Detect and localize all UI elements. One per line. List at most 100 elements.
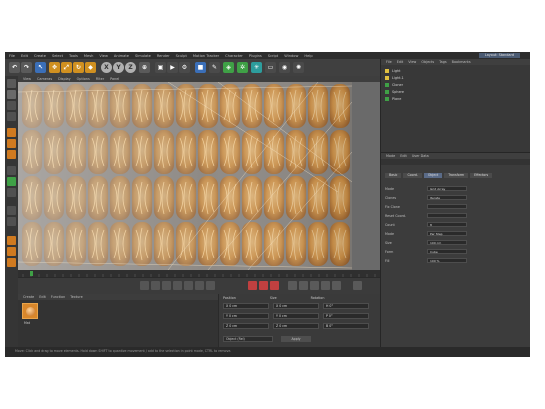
cloner-icon[interactable]: ✲ bbox=[237, 62, 248, 73]
rotate-icon[interactable]: ↻ bbox=[73, 62, 84, 73]
coord-size-field[interactable]: Y 0 cm bbox=[273, 313, 319, 319]
keyframe-selection-icon[interactable] bbox=[270, 281, 279, 290]
points-mode-icon[interactable] bbox=[7, 128, 16, 137]
model-mode-icon[interactable] bbox=[7, 90, 16, 99]
position-key-icon[interactable] bbox=[288, 281, 297, 290]
render-view-icon[interactable]: ▣ bbox=[155, 62, 166, 73]
timeline[interactable] bbox=[18, 270, 380, 277]
next-key-icon[interactable] bbox=[195, 281, 204, 290]
tab-object[interactable]: Object bbox=[423, 173, 443, 178]
tab-effectors[interactable]: Effectors bbox=[470, 173, 493, 178]
scale-key-icon[interactable] bbox=[299, 281, 308, 290]
material-menu-create[interactable]: Create bbox=[23, 295, 34, 299]
cube-icon[interactable]: ■ bbox=[195, 62, 206, 73]
move-icon[interactable]: ✥ bbox=[49, 62, 60, 73]
object-menu-bookmarks[interactable]: Bookmarks bbox=[452, 60, 471, 64]
solo-hierarchy-icon[interactable] bbox=[7, 247, 16, 256]
attribute-menu-user-data[interactable]: User Data bbox=[412, 154, 429, 158]
environment-icon[interactable]: ▭ bbox=[265, 62, 276, 73]
z-axis-icon[interactable]: Z bbox=[125, 62, 136, 73]
viewport-menu-cameras[interactable]: Cameras bbox=[37, 77, 52, 81]
coord-rotation-field[interactable]: P 0° bbox=[323, 313, 369, 319]
render-settings-icon[interactable]: ⚙ bbox=[179, 62, 190, 73]
viewport-menu-filter[interactable]: Filter bbox=[96, 77, 104, 81]
redo-icon[interactable]: ↷ bbox=[21, 62, 32, 73]
coord-position-field[interactable]: Z 0 cm bbox=[223, 323, 269, 329]
next-frame-icon[interactable] bbox=[184, 281, 193, 290]
object-row[interactable]: Cloner bbox=[385, 82, 403, 88]
attribute-field[interactable]: Iterate bbox=[427, 195, 467, 200]
autokey-icon[interactable] bbox=[259, 281, 268, 290]
undo-icon[interactable]: ↶ bbox=[9, 62, 20, 73]
prev-key-icon[interactable] bbox=[151, 281, 160, 290]
coord-rotation-field[interactable]: H 0° bbox=[323, 303, 369, 309]
camera-icon[interactable]: ◉ bbox=[279, 62, 290, 73]
menu-window[interactable]: Window bbox=[284, 54, 298, 58]
apply-button[interactable]: Apply bbox=[281, 336, 311, 342]
goto-start-icon[interactable] bbox=[140, 281, 149, 290]
viewport-menu-options[interactable]: Options bbox=[77, 77, 90, 81]
menu-create[interactable]: Create bbox=[34, 54, 46, 58]
object-row[interactable]: Sphere bbox=[385, 89, 404, 95]
viewport-menu-display[interactable]: Display bbox=[58, 77, 71, 81]
menu-render[interactable]: Render bbox=[157, 54, 170, 58]
play-icon[interactable] bbox=[173, 281, 182, 290]
solo-selection-icon[interactable] bbox=[7, 258, 16, 267]
attribute-field[interactable]: 100 % bbox=[427, 258, 467, 263]
object-row[interactable]: Light bbox=[385, 68, 400, 74]
timeline-scheme-icon[interactable] bbox=[353, 281, 362, 290]
light-icon[interactable]: ✺ bbox=[293, 62, 304, 73]
menu-tools[interactable]: Tools bbox=[69, 54, 78, 58]
object-row[interactable]: Light.1 bbox=[385, 75, 404, 81]
attribute-menu-mode[interactable]: Mode bbox=[386, 154, 395, 158]
viewport-menu-panel[interactable]: Panel bbox=[110, 77, 119, 81]
recent-tools-icon[interactable]: ◆ bbox=[85, 62, 96, 73]
menu-mesh[interactable]: Mesh bbox=[84, 54, 93, 58]
deformer-icon[interactable]: ✳ bbox=[251, 62, 262, 73]
menu-file[interactable]: File bbox=[9, 54, 15, 58]
menu-sculpt[interactable]: Sculpt bbox=[176, 54, 187, 58]
menu-motion-tracker[interactable]: Motion Tracker bbox=[193, 54, 219, 58]
rotation-key-icon[interactable] bbox=[310, 281, 319, 290]
scale-icon[interactable]: ⤢ bbox=[61, 62, 72, 73]
attribute-field[interactable]: Grid Array bbox=[427, 186, 467, 191]
viewport-menu-view[interactable]: View bbox=[23, 77, 31, 81]
playhead-icon[interactable] bbox=[30, 271, 33, 276]
attribute-field[interactable]: Per Step bbox=[427, 231, 467, 236]
object-menu-tags[interactable]: Tags bbox=[439, 60, 447, 64]
menu-script[interactable]: Script bbox=[268, 54, 278, 58]
snapping-icon[interactable] bbox=[7, 188, 16, 197]
menu-plugins[interactable]: Plugins bbox=[249, 54, 262, 58]
coord-position-field[interactable]: X 0 cm bbox=[223, 303, 269, 309]
coord-rotation-field[interactable]: B 0° bbox=[323, 323, 369, 329]
menu-character[interactable]: Character bbox=[225, 54, 243, 58]
attribute-field[interactable]: 100 cm bbox=[427, 240, 467, 245]
pen-icon[interactable]: ✎ bbox=[209, 62, 220, 73]
material-menu-texture[interactable]: Texture bbox=[70, 295, 82, 299]
menu-view[interactable]: View bbox=[99, 54, 108, 58]
coordinate-system-icon[interactable]: ⊕ bbox=[139, 62, 150, 73]
live-selection-icon[interactable]: ↖ bbox=[35, 62, 46, 73]
menu-animate[interactable]: Animate bbox=[114, 54, 129, 58]
planar-workplane-icon[interactable] bbox=[7, 217, 16, 226]
attribute-menu-edit[interactable]: Edit bbox=[400, 154, 407, 158]
material-swatch[interactable] bbox=[22, 303, 38, 319]
prev-frame-icon[interactable] bbox=[162, 281, 171, 290]
goto-end-icon[interactable] bbox=[206, 281, 215, 290]
object-menu-objects[interactable]: Objects bbox=[421, 60, 434, 64]
object-menu-edit[interactable]: Edit bbox=[397, 60, 404, 64]
attribute-field[interactable]: 8 bbox=[427, 222, 467, 227]
menu-edit[interactable]: Edit bbox=[21, 54, 28, 58]
material-menu-edit[interactable]: Edit bbox=[39, 295, 46, 299]
tab-coord-[interactable]: Coord. bbox=[403, 173, 422, 178]
coord-size-field[interactable]: Z 0 cm bbox=[273, 323, 319, 329]
axis-mode-icon[interactable] bbox=[7, 166, 16, 175]
object-menu-file[interactable]: File bbox=[386, 60, 392, 64]
layout-selector[interactable]: Layout: Standard bbox=[478, 53, 520, 58]
attribute-field[interactable] bbox=[427, 204, 467, 209]
viewport[interactable] bbox=[18, 82, 352, 270]
render-picture-viewer-icon[interactable]: ▶ bbox=[167, 62, 178, 73]
attribute-field[interactable] bbox=[427, 213, 467, 218]
polygons-mode-icon[interactable] bbox=[7, 150, 16, 159]
y-axis-icon[interactable]: Y bbox=[113, 62, 124, 73]
